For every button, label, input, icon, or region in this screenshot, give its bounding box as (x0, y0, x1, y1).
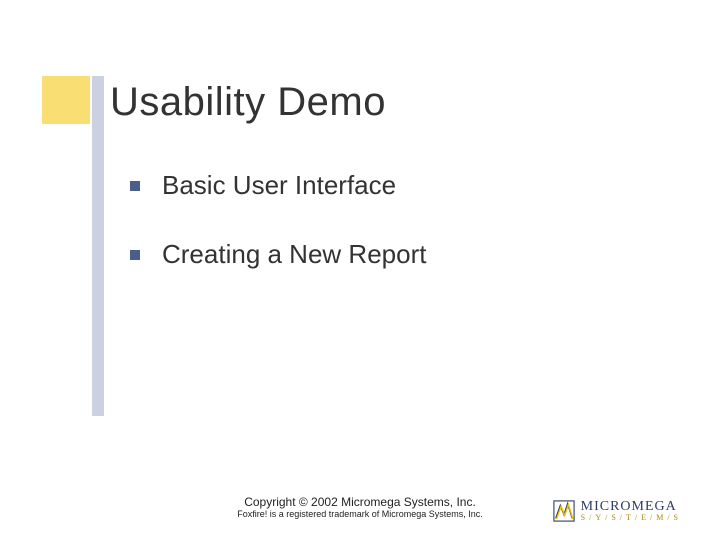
bullet-text: Basic User Interface (162, 170, 396, 201)
title-accent-block (42, 76, 90, 124)
list-item: Basic User Interface (130, 170, 426, 201)
bullet-icon (130, 181, 140, 191)
trademark-line: Foxfire! is a registered trademark of Mi… (237, 509, 483, 520)
micromega-logo: MICROMEGA S/Y/S/T/E/M/S (553, 500, 682, 522)
bullet-list: Basic User Interface Creating a New Repo… (130, 170, 426, 308)
logo-mark-icon (553, 500, 575, 522)
logo-text-block: MICROMEGA S/Y/S/T/E/M/S (581, 500, 682, 522)
copyright-line: Copyright © 2002 Micromega Systems, Inc. (237, 495, 483, 509)
list-item: Creating a New Report (130, 239, 426, 270)
bullet-icon (130, 250, 140, 260)
bullet-text: Creating a New Report (162, 239, 426, 270)
logo-name: MICROMEGA (581, 500, 682, 514)
slide-title: Usability Demo (110, 80, 386, 125)
logo-subline: S/Y/S/T/E/M/S (581, 514, 682, 522)
title-accent-stripe (92, 76, 104, 416)
footer-text: Copyright © 2002 Micromega Systems, Inc.… (237, 495, 483, 520)
